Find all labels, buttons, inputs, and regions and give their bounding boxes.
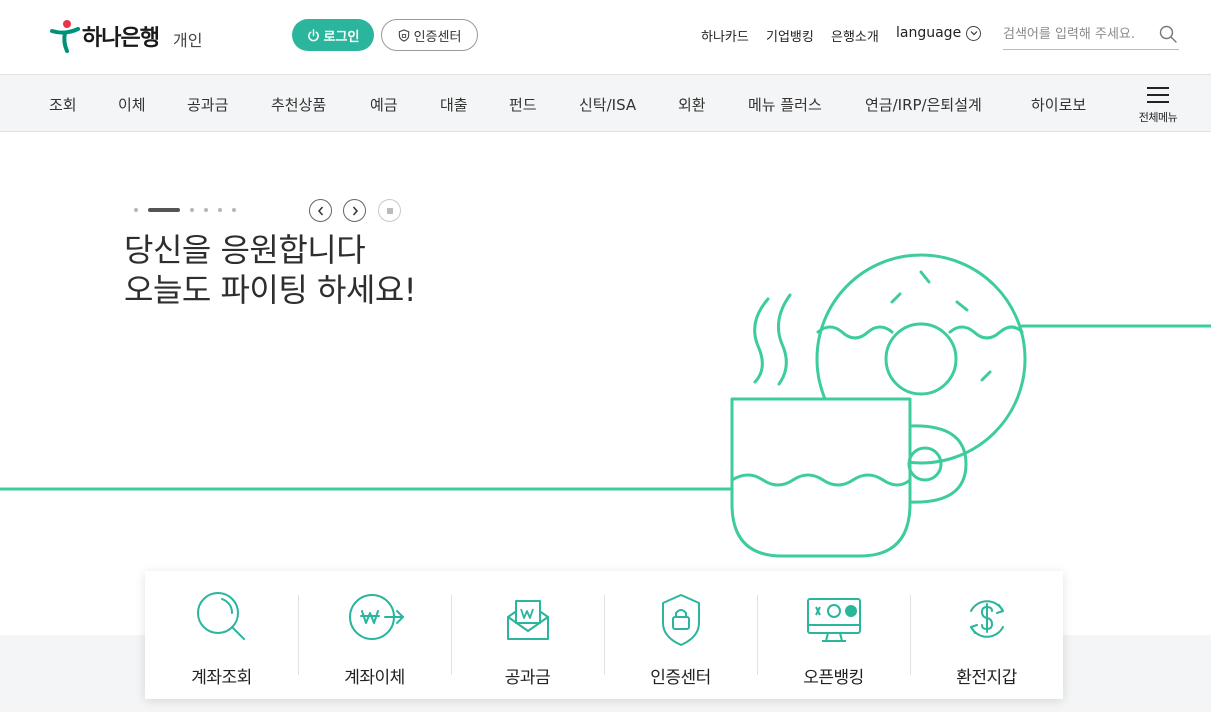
chevron-right-icon xyxy=(352,206,358,215)
magnifier-icon xyxy=(196,592,245,640)
language-label: language xyxy=(896,25,962,41)
nav-item-inquiry[interactable]: 조회 xyxy=(49,94,77,115)
slide-dot[interactable] xyxy=(232,208,236,212)
quick-label: 공과금 xyxy=(504,668,551,688)
quick-exchange-wallet[interactable]: 환전지갑 xyxy=(910,571,1063,699)
nav-item-pension[interactable]: 연금/IRP/은퇴설계 xyxy=(865,94,982,115)
nav-item-deposit[interactable]: 예금 xyxy=(370,94,398,115)
nav-item-loan[interactable]: 대출 xyxy=(440,94,468,115)
hamburger-icon xyxy=(1147,87,1169,103)
login-label: 로그인 xyxy=(323,28,360,44)
nav-item-recommended[interactable]: 추천상품 xyxy=(271,94,326,115)
nav-item-trust-isa[interactable]: 신탁/ISA xyxy=(579,94,636,115)
nav-item-utility-bills[interactable]: 공과금 xyxy=(187,94,228,115)
link-hana-card[interactable]: 하나카드 xyxy=(701,26,749,45)
pause-slide-button[interactable] xyxy=(378,199,401,222)
headline-line-1: 당신을 응원합니다 xyxy=(124,231,366,269)
slide-dot[interactable] xyxy=(218,208,222,212)
nav-item-forex[interactable]: 외환 xyxy=(678,94,706,115)
next-slide-button[interactable] xyxy=(343,199,366,222)
monitor-bank-icon xyxy=(806,598,861,642)
slide-pager xyxy=(134,208,236,212)
bill-envelope-icon xyxy=(506,600,549,640)
slide-dot[interactable] xyxy=(204,208,208,212)
power-icon xyxy=(307,28,319,41)
quick-menu: 계좌조회 계좌이체 공과금 인증센터 오픈뱅킹 환전지갑 xyxy=(145,571,1063,699)
search-icon[interactable] xyxy=(1159,25,1177,43)
main-navigation: 조회 이체 공과금 추천상품 예금 대출 펀드 신탁/ISA 외환 메뉴 플러스… xyxy=(0,74,1211,132)
quick-label: 인증센터 xyxy=(650,668,711,688)
logo-subtitle: 개인 xyxy=(172,31,203,50)
login-button[interactable]: 로그인 xyxy=(292,19,374,51)
quick-label: 오픈뱅킹 xyxy=(803,668,864,688)
all-menu-button[interactable]: 전체메뉴 xyxy=(1136,87,1180,125)
nav-item-fund[interactable]: 펀드 xyxy=(509,94,537,115)
quick-cert-center[interactable]: 인증센터 xyxy=(604,571,757,699)
search-box xyxy=(1003,20,1179,50)
quick-label: 환전지갑 xyxy=(956,668,1017,688)
cert-center-label: 인증센터 xyxy=(413,28,462,44)
quick-account-inquiry[interactable]: 계좌조회 xyxy=(145,571,298,699)
link-bank-intro[interactable]: 은행소개 xyxy=(831,26,879,45)
slide-dot[interactable] xyxy=(190,208,194,212)
chevron-down-icon xyxy=(966,25,982,41)
search-input[interactable] xyxy=(1003,20,1151,48)
top-header: 하나은행 개인 로그인 인증센터 하나카드 기업뱅킹 은행소개 language xyxy=(0,0,1211,74)
language-selector[interactable]: language xyxy=(896,25,982,41)
slide-dot-active[interactable] xyxy=(148,208,180,212)
nav-item-transfer[interactable]: 이체 xyxy=(118,94,146,115)
lock-shield-icon xyxy=(661,594,700,646)
headline-line-2: 오늘도 파이팅 하세요! xyxy=(124,271,417,309)
hana-bank-logo[interactable]: 하나은행 개인 xyxy=(50,16,202,56)
chevron-left-icon xyxy=(317,206,323,215)
prev-slide-button[interactable] xyxy=(309,199,332,222)
shield-icon xyxy=(398,28,409,42)
won-transfer-icon xyxy=(348,594,404,640)
link-corporate-banking[interactable]: 기업뱅킹 xyxy=(766,26,814,45)
quick-account-transfer[interactable]: 계좌이체 xyxy=(298,571,451,699)
quick-open-banking[interactable]: 오픈뱅킹 xyxy=(757,571,910,699)
logo-text: 하나은행 xyxy=(82,26,160,51)
cert-center-button[interactable]: 인증센터 xyxy=(381,19,478,51)
nav-item-hirobo[interactable]: 하이로보 xyxy=(1031,94,1086,115)
hero-banner: 당신을 응원합니다 오늘도 파이팅 하세요! xyxy=(0,132,1211,635)
hana-logo-icon xyxy=(50,20,80,53)
quick-label: 계좌조회 xyxy=(191,668,252,688)
all-menu-label: 전체메뉴 xyxy=(1138,111,1178,124)
hero-headline: 당신을 응원합니다 오늘도 파이팅 하세요! xyxy=(124,230,417,310)
dollar-exchange-icon xyxy=(969,600,1004,638)
nav-item-menu-plus[interactable]: 메뉴 플러스 xyxy=(748,94,822,115)
stop-icon xyxy=(386,207,393,214)
quick-label: 계좌이체 xyxy=(344,668,405,688)
slide-dot[interactable] xyxy=(134,208,138,212)
quick-utility-bills[interactable]: 공과금 xyxy=(451,571,604,699)
